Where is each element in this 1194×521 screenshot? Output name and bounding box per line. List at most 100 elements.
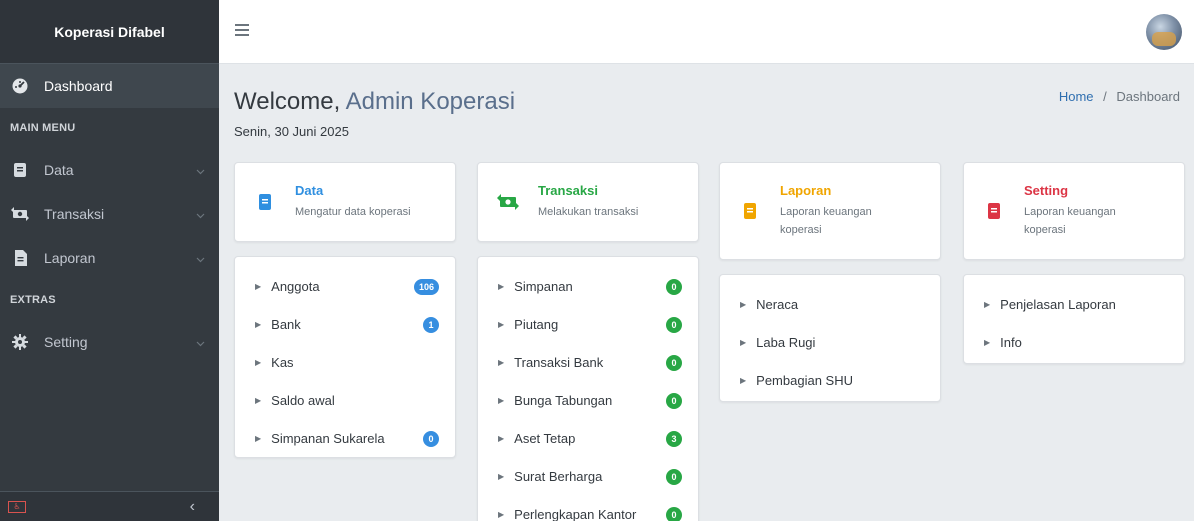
chevron-down-icon <box>196 206 205 222</box>
count-badge: 0 <box>666 507 682 521</box>
current-date: Senin, 30 Juni 2025 <box>234 124 349 139</box>
breadcrumb-separator: / <box>1103 89 1107 104</box>
list-item-label: Perlengkapan Kantor <box>514 506 637 521</box>
caret-right-icon: ▶ <box>984 337 991 347</box>
book-icon <box>10 160 30 180</box>
card-subtitle: Laporan keuangan koperasi <box>1024 206 1116 236</box>
list-item-label: Penjelasan Laporan <box>1000 296 1116 312</box>
list-item-label: Surat Berharga <box>514 468 603 484</box>
breadcrumb-home[interactable]: Home <box>1059 89 1094 104</box>
list-item[interactable]: ▶ Aset Tetap 3 <box>478 419 698 457</box>
caret-right-icon: ▶ <box>984 299 991 309</box>
sidebar-item-label: Transaksi <box>44 206 105 222</box>
caret-right-icon: ▶ <box>255 395 262 405</box>
sidebar-item-dashboard[interactable]: Dashboard <box>0 64 219 108</box>
card-setting-list: ▶ Penjelasan Laporan ▶ Info <box>963 274 1185 364</box>
breadcrumb-current: Dashboard <box>1116 89 1180 104</box>
top-navbar <box>219 0 1194 64</box>
sidebar-item-label: Setting <box>44 334 88 350</box>
list-item-label: Neraca <box>756 296 799 312</box>
card-transaksi-header[interactable]: Transaksi Melakukan transaksi <box>477 162 699 242</box>
money-exchange-icon <box>496 190 520 214</box>
list-item[interactable]: ▶ Bank 1 <box>235 305 455 343</box>
list-item-label: Pembagian SHU <box>756 372 853 388</box>
list-item[interactable]: ▶ Anggota 106 <box>235 267 455 305</box>
list-item[interactable]: ▶ Laba Rugi <box>720 323 940 361</box>
count-badge: 0 <box>666 355 682 371</box>
card-laporan-list: ▶ Neraca ▶ Laba Rugi ▶ Pembagian SHU <box>719 274 941 402</box>
list-item[interactable]: ▶ Simpanan 0 <box>478 267 698 305</box>
card-title: Transaksi <box>538 183 598 198</box>
chevron-left-icon[interactable]: ‹ <box>190 498 195 516</box>
count-badge: 0 <box>423 431 439 447</box>
file-icon <box>10 248 30 268</box>
list-item[interactable]: ▶ Neraca <box>720 285 940 323</box>
welcome-prefix: Welcome, <box>234 88 341 115</box>
book-icon <box>982 199 1006 223</box>
list-item[interactable]: ▶ Info <box>964 323 1184 361</box>
list-item[interactable]: ▶ Surat Berharga 0 <box>478 457 698 495</box>
sidebar-item-setting[interactable]: Setting <box>0 320 219 364</box>
list-item-label: Aset Tetap <box>514 430 576 446</box>
book-icon <box>253 190 277 214</box>
card-laporan-header[interactable]: Laporan Laporan keuangan koperasi <box>719 162 941 260</box>
list-item-label: Laba Rugi <box>756 334 816 350</box>
list-item[interactable]: ▶ Transaksi Bank 0 <box>478 343 698 381</box>
card-subtitle: Laporan keuangan koperasi <box>780 206 872 236</box>
sidebar-item-transaksi[interactable]: Transaksi <box>0 192 219 236</box>
brand-title[interactable]: Koperasi Difabel <box>0 0 219 64</box>
breadcrumb: Home / Dashboard <box>1059 89 1180 104</box>
extras-header: EXTRAS <box>10 294 56 306</box>
chevron-down-icon <box>196 250 205 266</box>
list-item[interactable]: ▶ Simpanan Sukarela 0 <box>235 419 455 457</box>
card-subtitle: Mengatur data koperasi <box>295 206 411 218</box>
caret-right-icon: ▶ <box>498 319 505 329</box>
count-badge: 0 <box>666 279 682 295</box>
list-item[interactable]: ▶ Perlengkapan Kantor 0 <box>478 495 698 521</box>
chevron-down-icon <box>196 334 205 350</box>
list-item[interactable]: ▶ Piutang 0 <box>478 305 698 343</box>
count-badge: 1 <box>423 317 439 333</box>
list-item[interactable]: ▶ Bunga Tabungan 0 <box>478 381 698 419</box>
list-item[interactable]: ▶ Kas <box>235 343 455 381</box>
caret-right-icon: ▶ <box>740 375 747 385</box>
card-data-list: ▶ Anggota 106 ▶ Bank 1 ▶ Kas ▶ Saldo awal ▶ Sim… <box>234 256 456 458</box>
count-badge: 0 <box>666 393 682 409</box>
caret-right-icon: ▶ <box>498 281 505 291</box>
welcome-name: Admin Koperasi <box>345 88 516 115</box>
caret-right-icon: ▶ <box>740 299 747 309</box>
list-item[interactable]: ▶ Penjelasan Laporan <box>964 285 1184 323</box>
chevron-down-icon <box>196 162 205 178</box>
gear-icon <box>10 332 30 352</box>
count-badge: 0 <box>666 317 682 333</box>
list-item-label: Info <box>1000 334 1022 350</box>
sidebar: Koperasi Difabel Dashboard MAIN MENU Dat… <box>0 0 219 521</box>
card-data-header[interactable]: Data Mengatur data koperasi <box>234 162 456 242</box>
list-item[interactable]: ▶ Saldo awal <box>235 381 455 419</box>
list-item-label: Bunga Tabungan <box>514 392 613 408</box>
sidebar-item-label: Data <box>44 162 74 178</box>
count-badge: 3 <box>666 431 682 447</box>
sidebar-item-label: Laporan <box>44 250 96 266</box>
dashboard-icon <box>10 76 30 96</box>
list-item[interactable]: ▶ Pembagian SHU <box>720 361 940 399</box>
sidebar-item-label: Dashboard <box>44 78 113 94</box>
hamburger-icon[interactable] <box>235 24 249 36</box>
caret-right-icon: ▶ <box>255 319 262 329</box>
caret-right-icon: ▶ <box>498 509 505 519</box>
sidebar-item-laporan[interactable]: Laporan <box>0 236 219 280</box>
list-item-label: Simpanan Sukarela <box>271 430 385 446</box>
list-item-label: Anggota <box>271 278 320 294</box>
sidebar-footer: ♿ ‹ <box>0 491 219 521</box>
list-item-label: Saldo awal <box>271 392 335 408</box>
avatar[interactable] <box>1146 14 1182 50</box>
caret-right-icon: ▶ <box>740 337 747 347</box>
caret-right-icon: ▶ <box>255 357 262 367</box>
card-setting-header[interactable]: Setting Laporan keuangan koperasi <box>963 162 1185 260</box>
caret-right-icon: ▶ <box>498 395 505 405</box>
page-title: Welcome, Admin Koperasi <box>234 88 515 116</box>
book-icon <box>738 199 762 223</box>
sidebar-item-data[interactable]: Data <box>0 148 219 192</box>
card-transaksi-list: ▶ Simpanan 0 ▶ Piutang 0 ▶ Transaksi Bank 0 ▶ B… <box>477 256 699 521</box>
small-logo-icon: ♿ <box>8 500 26 513</box>
